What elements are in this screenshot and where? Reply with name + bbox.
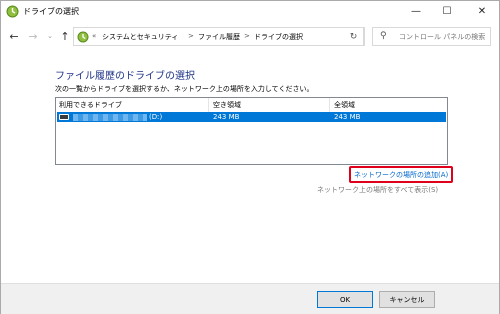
search-input[interactable]: ⚲ コントロール パネルの検索 [372, 27, 491, 46]
drive-list[interactable]: 利用できるドライブ 空き領域 全領域 (Dː) 243 MB 243 MB [55, 97, 448, 165]
close-icon: ✕ [477, 6, 487, 17]
breadcrumb-overflow-icon[interactable]: « [92, 32, 96, 40]
refresh-button[interactable]: ↻ [343, 27, 365, 46]
title-bar: ドライブの選択 — ☐ ✕ [1, 1, 499, 22]
column-header-available-drives[interactable]: 利用できるドライブ [56, 98, 209, 112]
column-header-total-space[interactable]: 全領域 [331, 98, 447, 112]
redacted-drive-name [73, 113, 147, 121]
breadcrumb-file-history[interactable]: ファイル履歴 [198, 32, 240, 42]
breadcrumb-separator-icon[interactable]: > [244, 32, 250, 40]
breadcrumb-system-security[interactable]: システムとセキュリティ [102, 32, 178, 42]
breadcrumb-select-drive[interactable]: ドライブの選択 [254, 32, 303, 42]
maximize-icon: ☐ [442, 6, 452, 17]
dialog-window: ドライブの選択 — ☐ ✕ ← → ⌄ ↑ « システムとセキュリティ > ファ… [0, 0, 500, 314]
dialog-footer: OK キャンセル [1, 283, 499, 314]
column-header-free-space[interactable]: 空き領域 [210, 98, 330, 112]
highlight-box: ネットワークの場所の追加(A) [349, 166, 453, 183]
recent-locations-button[interactable]: ⌄ [42, 28, 58, 44]
chevron-down-icon: ⌄ [47, 32, 53, 40]
window-title: ドライブの選択 [23, 7, 79, 16]
forward-button[interactable]: → [25, 28, 41, 44]
navigation-bar: ← → ⌄ ↑ « システムとセキュリティ > ファイル履歴 > ドライブの選択… [1, 22, 499, 50]
minimize-icon: — [411, 6, 421, 17]
forward-arrow-icon: → [28, 29, 38, 43]
drive-letter: (Dː) [149, 113, 163, 121]
free-space-value: 243 MB [213, 113, 240, 121]
page-title: ファイル履歴のドライブの選択 [55, 71, 195, 82]
control-panel-icon [6, 5, 19, 18]
maximize-button[interactable]: ☐ [432, 1, 462, 22]
drive-icon [59, 114, 69, 120]
total-space-value: 243 MB [334, 113, 361, 121]
minimize-button[interactable]: — [401, 1, 431, 22]
add-network-location-link[interactable]: ネットワークの場所の追加(A) [354, 170, 448, 180]
breadcrumb-separator-icon[interactable]: > [188, 32, 194, 40]
search-icon: ⚲ [380, 31, 387, 41]
instruction-text: 次の一覧からドライブを選択するか、ネットワーク上の場所を入力してください。 [55, 85, 314, 93]
ok-button[interactable]: OK [317, 291, 373, 308]
list-header: 利用できるドライブ 空き領域 全領域 [56, 98, 447, 112]
drive-name: (Dː) [73, 112, 162, 122]
control-panel-icon [77, 31, 89, 43]
back-button[interactable]: ← [6, 28, 22, 44]
up-button[interactable]: ↑ [57, 28, 73, 44]
refresh-icon: ↻ [349, 31, 358, 42]
search-placeholder: コントロール パネルの検索 [399, 33, 486, 41]
drive-row-selected[interactable]: (Dː) 243 MB 243 MB [57, 112, 446, 122]
close-button[interactable]: ✕ [467, 1, 497, 22]
show-all-network-locations-link[interactable]: ネットワーク上の場所をすべて表示(S) [317, 185, 438, 195]
back-arrow-icon: ← [9, 29, 19, 43]
up-arrow-icon: ↑ [60, 29, 70, 43]
cancel-button[interactable]: キャンセル [379, 291, 435, 308]
address-bar[interactable]: « システムとセキュリティ > ファイル履歴 > ドライブの選択 ⌄ [73, 27, 406, 46]
